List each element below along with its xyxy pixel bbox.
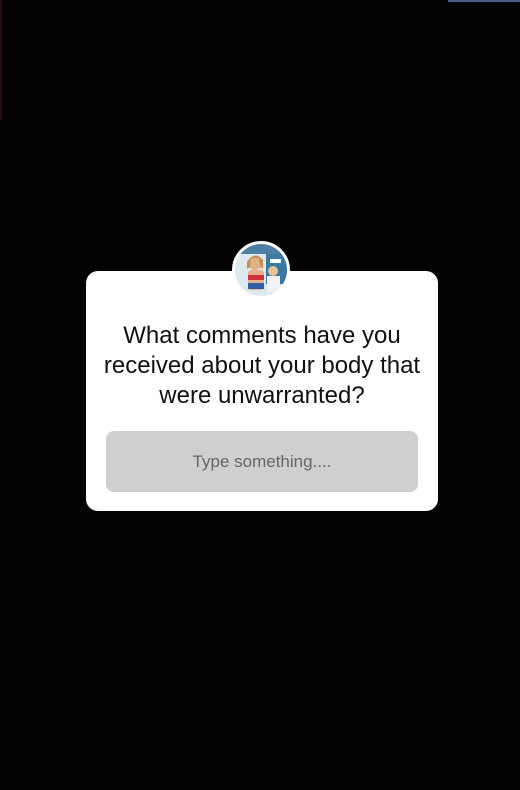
story-progress-bar <box>448 0 520 2</box>
answer-input[interactable] <box>106 431 418 492</box>
profile-photo-icon <box>232 241 290 299</box>
question-text: What comments have you received about yo… <box>103 322 421 409</box>
question-sticker[interactable]: What comments have you received about yo… <box>86 271 438 511</box>
edge-highlight <box>0 0 2 120</box>
story-screen: What comments have you received about yo… <box>0 0 520 790</box>
